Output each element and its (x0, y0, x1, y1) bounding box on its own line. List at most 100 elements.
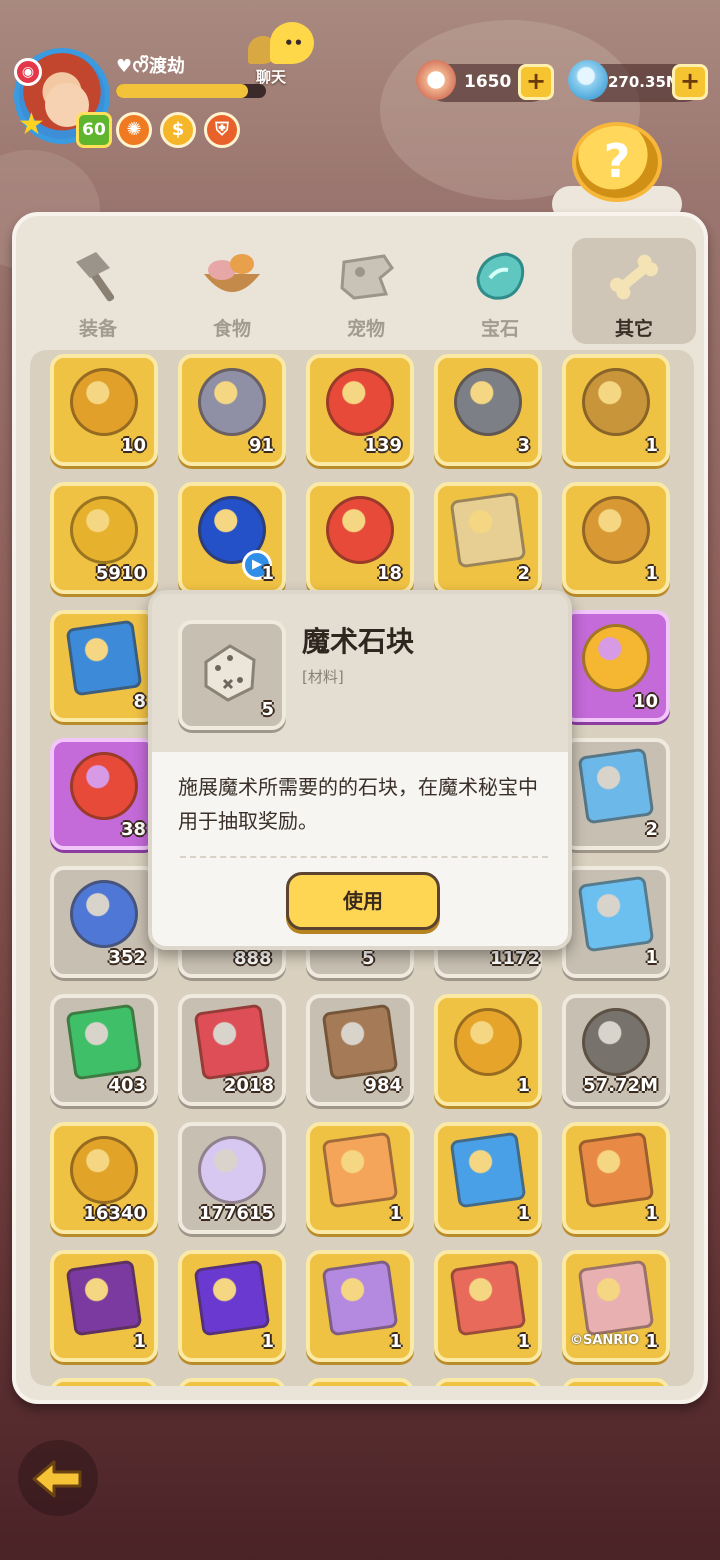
inventory-slot[interactable]: 2018 (178, 994, 286, 1106)
tab-other[interactable]: 其它 (572, 238, 696, 344)
inventory-slot[interactable] (306, 1378, 414, 1386)
tab-food[interactable]: 食物 (170, 238, 294, 344)
item-count: 1 (517, 1075, 530, 1096)
cowboy-photo-icon (577, 1131, 655, 1209)
inventory-slot[interactable]: 2 (562, 738, 670, 850)
inventory-slot[interactable]: 1 (562, 866, 670, 978)
inventory-slot[interactable]: 139 (306, 354, 414, 466)
inventory-slot[interactable]: 38 (50, 738, 158, 850)
chat-button[interactable]: •• 聊天 (244, 22, 320, 88)
coin-medal-icon[interactable]: $ (160, 112, 196, 148)
item-count: 18 (376, 563, 402, 584)
item-count: 984 (364, 1075, 402, 1096)
chat-label: 聊天 (256, 68, 287, 86)
crystal-amount: 270.35M (608, 73, 681, 91)
magic-dice-stone-icon (204, 644, 256, 702)
inventory-slot[interactable]: 5910 (50, 482, 158, 594)
inventory-slot[interactable]: 1 (434, 1122, 542, 1234)
item-count: 38 (120, 819, 146, 840)
item-count: 91 (248, 435, 274, 456)
inventory-slot[interactable] (178, 1378, 286, 1386)
pearl-currency: 1650 + (416, 60, 554, 102)
inventory-slot[interactable]: 8 (50, 610, 158, 722)
inventory-slot[interactable]: 177615 (178, 1122, 286, 1234)
popup-item-slot: 5 (178, 620, 286, 730)
magnifier-stone-icon (454, 368, 522, 436)
gem-icon (476, 252, 525, 300)
item-count: 2 (517, 563, 530, 584)
star-icon: ★ (18, 107, 45, 142)
inventory-slot[interactable]: 1 (562, 1122, 670, 1234)
item-detail-popup: 5 魔术石块 [材料] 施展魔术所需要的的石块，在魔术秘宝中用于抽取奖励。 使用 (148, 590, 572, 950)
item-count: 16340 (83, 1203, 146, 1224)
inventory-slot[interactable]: 2 (434, 482, 542, 594)
inventory-slot[interactable]: 1 (178, 1250, 286, 1362)
tab-equipment[interactable]: 装备 (36, 238, 160, 344)
inventory-slot[interactable]: ▶ 1 (178, 482, 286, 594)
brown-ticket-icon (321, 1003, 399, 1081)
inventory-slot[interactable] (562, 1378, 670, 1386)
horned-chest-icon (326, 496, 394, 564)
inventory-slot[interactable]: 1 (50, 1250, 158, 1362)
tab-pets[interactable]: 宠物 (304, 238, 428, 344)
item-count: 1 (261, 1331, 274, 1352)
tab-gems[interactable]: 宝石 (438, 238, 562, 344)
purple-photo-icon (193, 1259, 271, 1337)
back-button[interactable] (18, 1440, 98, 1516)
horned-chest-icon (326, 368, 394, 436)
inventory-slot[interactable]: 18 (306, 482, 414, 594)
sanrio-photo-icon (577, 1259, 655, 1337)
rune-tablet-icon (582, 368, 650, 436)
item-count: 3 (517, 435, 530, 456)
item-count: 403 (108, 1075, 146, 1096)
item-count: 177615 (198, 1203, 274, 1224)
inventory-slot[interactable] (50, 1378, 158, 1386)
neon-photo-icon (65, 1259, 143, 1337)
inventory-slot[interactable]: 352 (50, 866, 158, 978)
inventory-slot[interactable]: 3 (434, 354, 542, 466)
popup-divider (180, 856, 548, 858)
item-count: 1 (133, 1331, 146, 1352)
inventory-slot[interactable] (434, 1378, 542, 1386)
inventory-slot[interactable]: 10 (562, 610, 670, 722)
player-level-badge: 60 (76, 112, 112, 148)
popup-description: 施展魔术所需要的的石块，在魔术秘宝中用于抽取奖励。 (178, 775, 538, 833)
inventory-slot[interactable]: 1 (306, 1250, 414, 1362)
help-question-icon[interactable]: ? (572, 122, 662, 202)
inventory-slot[interactable]: 16340 (50, 1122, 158, 1234)
back-arrow-icon (32, 1460, 82, 1498)
use-button[interactable]: 使用 (286, 872, 440, 930)
inventory-slot[interactable]: 1 ©SANRIO (562, 1250, 670, 1362)
crystal-icon (568, 60, 608, 100)
pearl-amount: 1650 (464, 72, 512, 92)
item-count: 1 (389, 1203, 402, 1224)
food-bowl-icon (204, 254, 260, 292)
add-crystal-button[interactable]: + (672, 64, 708, 100)
item-count: 1 (645, 563, 658, 584)
item-count: 1 (261, 563, 274, 584)
inventory-slot[interactable]: 1 (562, 482, 670, 594)
item-count: 1 (645, 1331, 658, 1352)
stamp-photo-icon (449, 1259, 527, 1337)
category-tabs: 装备 食物 宠物 宝石 其它 (36, 238, 696, 344)
hammer-icon (76, 252, 115, 302)
inventory-slot[interactable]: 1 (434, 1250, 542, 1362)
fire-medal-icon[interactable]: ✺ (116, 112, 152, 148)
xp-fill (116, 84, 248, 98)
inventory-slot[interactable]: 1 (434, 994, 542, 1106)
inventory-slot[interactable]: 984 (306, 994, 414, 1106)
tab-label: 食物 (212, 318, 251, 340)
inventory-slot[interactable]: 1 (306, 1122, 414, 1234)
map-scroll-icon (449, 491, 527, 569)
silver-chest-icon (198, 368, 266, 436)
inventory-slot[interactable]: 403 (50, 994, 158, 1106)
item-count: 5910 (95, 563, 146, 584)
inventory-slot[interactable]: 1 (562, 354, 670, 466)
inventory-slot[interactable]: 10 (50, 354, 158, 466)
item-count: 57.72M (583, 1075, 658, 1096)
add-pearl-button[interactable]: + (518, 64, 554, 100)
inventory-slot[interactable]: 57.72M (562, 994, 670, 1106)
inventory-slot[interactable]: 91 (178, 354, 286, 466)
tab-label: 宝石 (480, 318, 519, 340)
shield-medal-icon[interactable]: ⛨ (204, 112, 240, 148)
